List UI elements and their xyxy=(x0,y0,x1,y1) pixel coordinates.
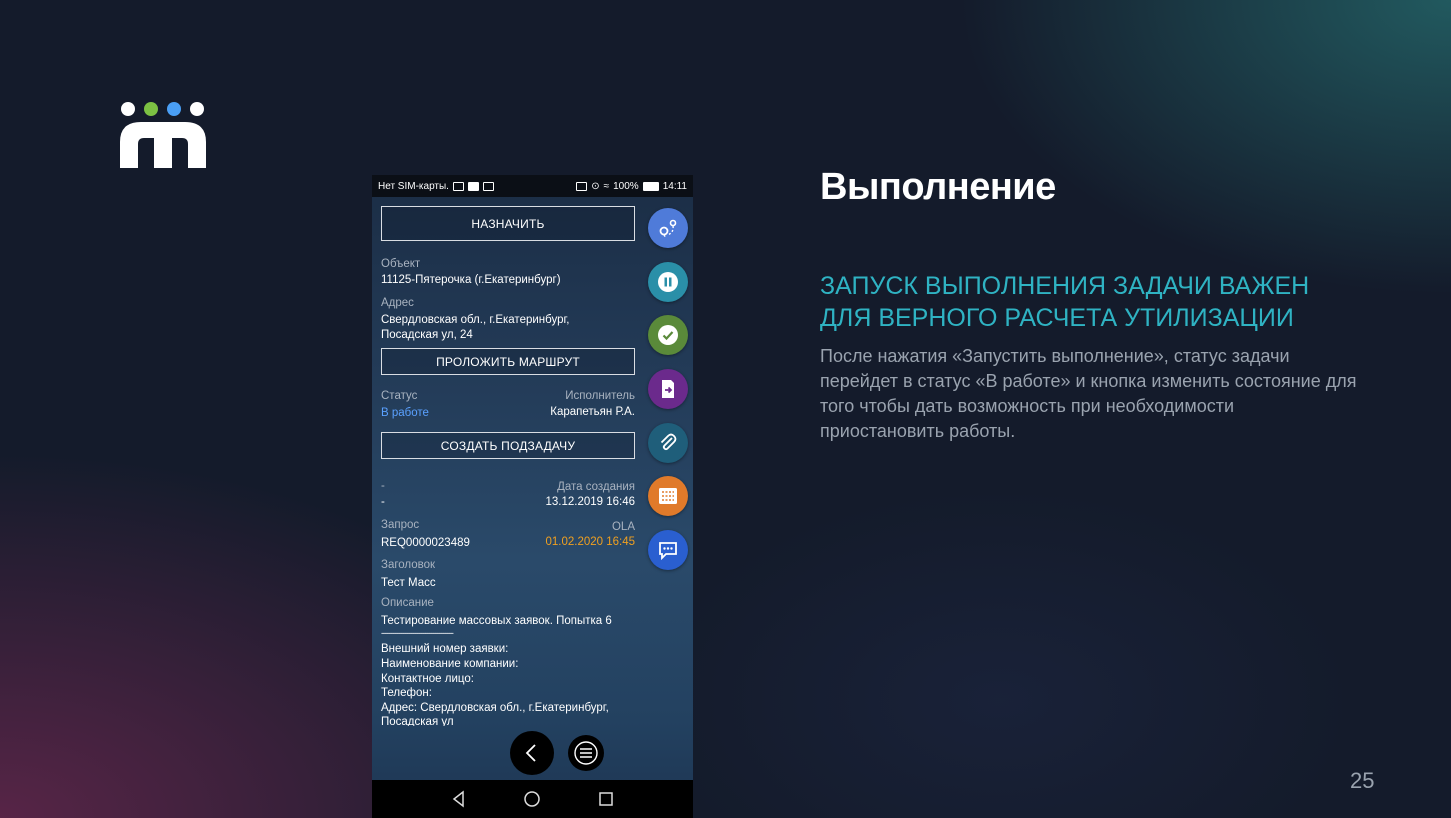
nav-back-icon[interactable] xyxy=(450,790,468,808)
object-value: 11125-Пятерочка (г.Екатеринбург) xyxy=(381,274,561,286)
status-value: В работе xyxy=(381,407,429,419)
ola-label: OLA xyxy=(611,521,635,533)
battery-icon xyxy=(642,181,659,191)
slide-title: Выполнение xyxy=(820,166,1056,208)
logo-dot-4 xyxy=(190,102,204,116)
phone-status-bar: Нет SIM-карты. ⊙ ≈ 100% 14:11 xyxy=(372,175,693,197)
status-label: Статус xyxy=(381,390,418,402)
dash-label: - xyxy=(381,480,385,492)
logo-dot-1 xyxy=(121,102,135,116)
mail-icon xyxy=(482,181,494,191)
sim-status: Нет SIM-карты. xyxy=(378,180,449,192)
slide-subtitle: ЗАПУСК ВЫПОЛНЕНИЯ ЗАДАЧИ ВАЖЕН ДЛЯ ВЕРНО… xyxy=(820,272,1310,332)
address-line-1: Свердловская обл., г.Екатеринбург, xyxy=(381,314,570,326)
clock: 14:11 xyxy=(662,180,687,192)
paperclip-icon[interactable] xyxy=(648,423,688,463)
battery-percent: 100% xyxy=(613,180,639,192)
executor-value: Карапетьян Р.А. xyxy=(550,406,635,418)
export-icon[interactable] xyxy=(648,369,688,409)
description-line: ------------------------------------ xyxy=(381,628,454,638)
map-route-icon[interactable] xyxy=(648,208,688,248)
back-chevron-icon[interactable] xyxy=(510,731,554,775)
nav-home-icon[interactable] xyxy=(523,790,541,808)
request-value: REQ0000023489 xyxy=(381,537,470,549)
address-label: Адрес xyxy=(381,297,414,309)
address-line-2: Посадская ул, 24 xyxy=(381,329,473,341)
page-number: 25 xyxy=(1350,768,1375,793)
description-line: Телефон: xyxy=(381,687,432,699)
description-line: Контактное лицо: xyxy=(381,673,474,685)
object-label: Объект xyxy=(381,258,421,270)
created-date-value: 13.12.2019 16:46 xyxy=(545,496,635,508)
task-details: НАЗНАЧИТЬ Объект 11125-Пятерочка (г.Екат… xyxy=(372,197,693,780)
build-route-button[interactable]: ПРОЛОЖИТЬ МАРШРУТ xyxy=(381,348,635,375)
notification-icon xyxy=(467,181,479,191)
wifi-icon: ≈ xyxy=(603,180,610,192)
pause-icon[interactable] xyxy=(648,262,688,302)
phone-screenshot: Нет SIM-карты. ⊙ ≈ 100% 14:11 НАЗНАЧИТЬ … xyxy=(372,175,693,818)
request-label: Запрос xyxy=(381,519,420,531)
location-icon: ⊙ xyxy=(591,180,600,192)
dash-value: - xyxy=(381,496,385,508)
checklist-icon[interactable] xyxy=(648,476,688,516)
company-logo xyxy=(118,100,208,170)
menu-icon[interactable] xyxy=(568,735,604,771)
created-date-label: Дата создания xyxy=(557,481,635,493)
description-label: Описание xyxy=(381,597,434,609)
executor-label: Исполнитель xyxy=(565,390,635,402)
description-line: Наименование компании: xyxy=(381,658,519,670)
description-line: Адрес: Свердловская обл., г.Екатеринбург… xyxy=(381,702,609,714)
check-icon[interactable] xyxy=(648,315,688,355)
heading-value: Тест Масс xyxy=(381,577,436,589)
cast-icon xyxy=(452,181,464,191)
ola-value: 01.02.2020 16:45 xyxy=(545,536,635,548)
description-line: Посадская ул xyxy=(381,716,454,726)
cast-active-icon xyxy=(576,181,588,191)
logo-dot-3 xyxy=(167,102,181,116)
chat-icon[interactable] xyxy=(648,530,688,570)
android-nav-bar xyxy=(372,780,693,818)
logo-m-shape xyxy=(120,122,206,168)
slide-body: После нажатия «Запустить выполнение», ст… xyxy=(820,346,1357,441)
heading-label: Заголовок xyxy=(381,559,436,571)
assign-button[interactable]: НАЗНАЧИТЬ xyxy=(381,206,635,241)
description-line: Внешний номер заявки: xyxy=(381,643,509,655)
create-subtask-button[interactable]: СОЗДАТЬ ПОДЗАДАЧУ xyxy=(381,432,635,459)
logo-dot-2 xyxy=(144,102,158,116)
nav-recents-icon[interactable] xyxy=(597,790,615,808)
